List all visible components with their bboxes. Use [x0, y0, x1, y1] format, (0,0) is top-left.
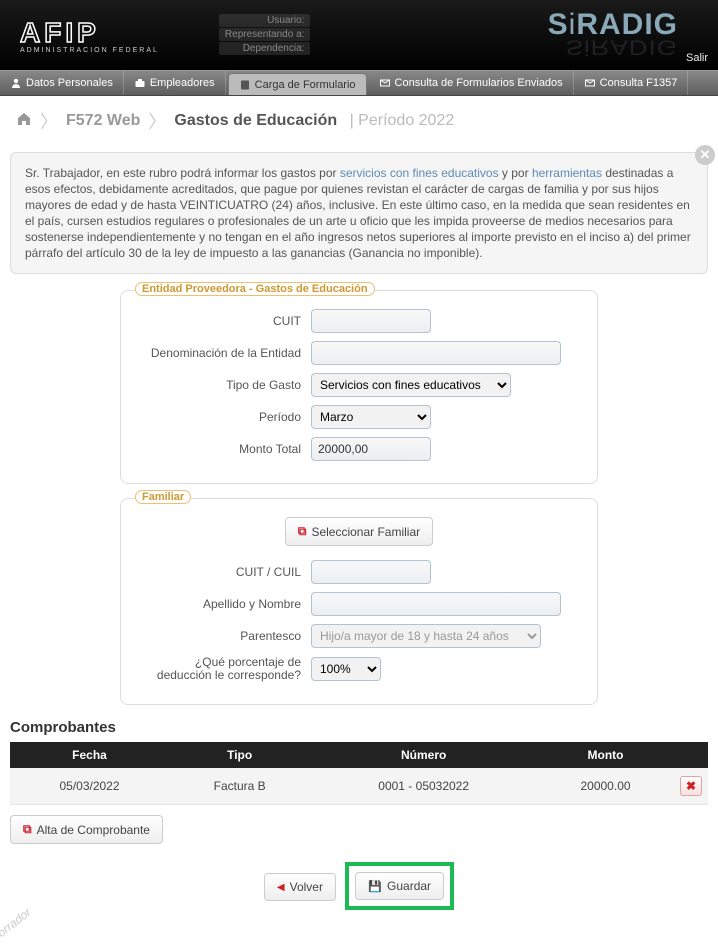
logo-subtitle: ADMINISTRACION FEDERAL	[20, 47, 159, 54]
home-icon[interactable]	[16, 111, 32, 132]
user-icon	[10, 77, 22, 89]
label-periodo: Período	[141, 411, 311, 424]
label-monto: Monto Total	[141, 443, 311, 456]
volver-label: Volver	[290, 880, 323, 894]
cell-monto: 20000.00	[537, 768, 674, 805]
table-row: 05/03/2022 Factura B 0001 - 05032022 200…	[10, 768, 708, 805]
user-info: Usuario: Representando a: Dependencia:	[219, 14, 311, 56]
guardar-highlight: 💾 Guardar	[345, 862, 454, 910]
select-porcentaje[interactable]: 100%	[311, 657, 381, 681]
comprobantes-title: Comprobantes	[10, 719, 708, 736]
cell-fecha: 05/03/2022	[10, 768, 169, 805]
logout-link[interactable]: Salir	[686, 52, 708, 64]
guardar-button[interactable]: 💾 Guardar	[355, 872, 444, 900]
nav-label: Datos Personales	[26, 77, 113, 89]
mail-icon	[379, 77, 391, 89]
col-numero: Número	[310, 742, 537, 768]
select-periodo[interactable]: Marzo	[311, 405, 431, 429]
input-denominacion[interactable]	[311, 341, 561, 365]
label-tipo-gasto: Tipo de Gasto	[141, 379, 311, 392]
back-icon: ◀	[277, 882, 285, 893]
nav-label: Empleadores	[150, 77, 215, 89]
select-familiar-label: Seleccionar Familiar	[311, 525, 420, 539]
input-monto[interactable]	[311, 437, 431, 461]
nav-consulta-f1357[interactable]: Consulta F1357	[574, 71, 689, 95]
col-fecha: Fecha	[10, 742, 169, 768]
input-cuit[interactable]	[311, 309, 431, 333]
input-cuit-cuil[interactable]	[311, 560, 431, 584]
user-label-dep: Dependencia:	[219, 42, 311, 55]
afip-logo: AFIP ADMINISTRACION FEDERAL	[20, 17, 159, 54]
fieldset-familiar: Familiar ⧉ Seleccionar Familiar CUIT / C…	[120, 498, 598, 705]
chevron-icon: 〉	[148, 108, 166, 134]
siradig-logo: SiRADIG SiRADIG	[548, 8, 678, 63]
nav-datos-personales[interactable]: Datos Personales	[0, 71, 124, 95]
volver-button[interactable]: ◀ Volver	[264, 873, 336, 901]
nav-empleadores[interactable]: Empleadores	[124, 71, 226, 95]
label-nombre: Apellido y Nombre	[141, 598, 311, 611]
briefcase-icon	[134, 77, 146, 89]
footer-actions: ◀ Volver 💾 Guardar	[0, 862, 718, 910]
nav-consulta-enviados[interactable]: Consulta de Formularios Enviados	[369, 71, 574, 95]
breadcrumb-period: | Período 2022	[345, 112, 454, 130]
info-text: destinadas a esos efectos, debidamente a…	[25, 166, 691, 260]
delete-row-button[interactable]: ✖	[680, 776, 702, 796]
user-label-usuario: Usuario:	[219, 14, 311, 27]
input-nombre[interactable]	[311, 592, 561, 616]
nav-label: Carga de Formulario	[255, 79, 356, 91]
col-tipo: Tipo	[169, 742, 310, 768]
chevron-icon: 〉	[40, 108, 58, 134]
info-text: y por	[499, 166, 532, 180]
form-icon	[239, 79, 251, 91]
info-link-herramientas[interactable]: herramientas	[532, 166, 602, 180]
nav-label: Consulta F1357	[600, 77, 678, 89]
legend-entidad: Entidad Proveedora - Gastos de Educación	[135, 282, 375, 296]
alta-comprobante-button[interactable]: ⧉ Alta de Comprobante	[10, 815, 163, 844]
fieldset-entidad: Entidad Proveedora - Gastos de Educación…	[120, 290, 598, 484]
nav-label: Consulta de Formularios Enviados	[395, 77, 563, 89]
select-parentesco[interactable]: Hijo/a mayor de 18 y hasta 24 años	[311, 624, 541, 648]
info-text: Sr. Trabajador, en este rubro podrá info…	[25, 166, 340, 180]
select-familiar-button[interactable]: ⧉ Seleccionar Familiar	[285, 517, 433, 546]
mail-icon	[584, 77, 596, 89]
open-icon: ⧉	[298, 524, 307, 539]
breadcrumb-step1[interactable]: F572 Web	[66, 112, 140, 130]
col-monto: Monto	[537, 742, 674, 768]
breadcrumb-step2: Gastos de Educación	[174, 112, 337, 130]
save-icon: 💾	[368, 880, 382, 893]
label-parentesco: Parentesco	[141, 630, 311, 643]
add-icon: ⧉	[23, 822, 32, 837]
borrador-watermark: borrador	[0, 905, 37, 950]
user-label-repr: Representando a:	[219, 28, 311, 41]
label-cuit: CUIT	[141, 315, 311, 328]
info-box: ✕ Sr. Trabajador, en este rubro podrá in…	[10, 152, 708, 274]
main-nav: Datos Personales Empleadores Carga de Fo…	[0, 70, 718, 96]
nav-carga-formulario[interactable]: Carga de Formulario	[228, 73, 367, 95]
label-cuit-cuil: CUIT / CUIL	[141, 566, 311, 579]
select-tipo-gasto[interactable]: Servicios con fines educativos	[311, 373, 511, 397]
legend-familiar: Familiar	[135, 490, 191, 504]
cell-numero: 0001 - 05032022	[310, 768, 537, 805]
label-porcentaje: ¿Qué porcentaje de deducción le correspo…	[141, 656, 311, 682]
alta-comprobante-label: Alta de Comprobante	[37, 823, 150, 837]
comprobantes-section: Comprobantes Fecha Tipo Número Monto 05/…	[10, 719, 708, 805]
breadcrumb: 〉 F572 Web 〉 Gastos de Educación | Perío…	[0, 96, 718, 146]
close-info-button[interactable]: ✕	[695, 145, 715, 165]
guardar-label: Guardar	[387, 879, 431, 893]
comprobantes-table: Fecha Tipo Número Monto 05/03/2022 Factu…	[10, 742, 708, 805]
app-header: AFIP ADMINISTRACION FEDERAL Usuario: Rep…	[0, 0, 718, 70]
label-denominacion: Denominación de la Entidad	[141, 347, 311, 360]
cell-tipo: Factura B	[169, 768, 310, 805]
info-link-servicios[interactable]: servicios con fines educativos	[340, 166, 499, 180]
